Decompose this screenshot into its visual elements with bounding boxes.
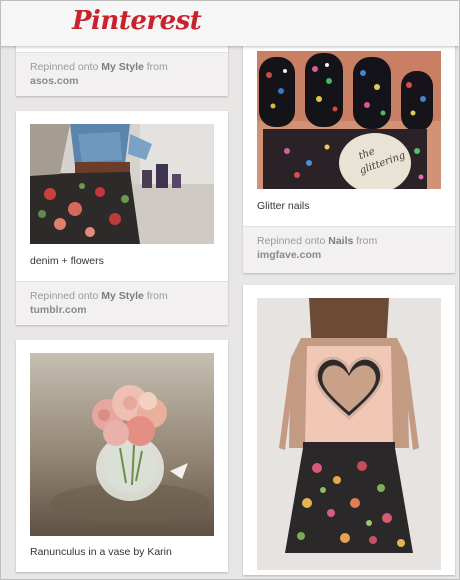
denim-flowers-photo: [30, 124, 214, 244]
board-link[interactable]: Nails: [328, 235, 353, 247]
pin-description: denim + flowers: [30, 255, 104, 267]
pin-image[interactable]: [257, 298, 441, 570]
ranunculus-vase-photo: [30, 353, 214, 536]
pin-repin-info: Repinned onto My Style from asos.com: [16, 52, 228, 96]
pin-repin-info: Repinned onto My Style from tumblr.com: [16, 281, 228, 325]
pin-description: Ranunculus in a vase by Karin: [30, 546, 172, 558]
pin-card[interactable]: denim + flowers Repinned onto My Style f…: [16, 111, 228, 325]
repin-prefix: Repinned onto: [30, 290, 99, 302]
source-link[interactable]: tumblr.com: [30, 304, 87, 316]
from-label: from: [146, 290, 168, 302]
board-link[interactable]: My Style: [101, 61, 144, 73]
pin-image[interactable]: the glittering: [257, 51, 441, 189]
source-link[interactable]: imgfave.com: [257, 249, 321, 261]
pin-card[interactable]: the glittering Glitter nails Repinned on…: [243, 38, 455, 273]
repin-prefix: Repinned onto: [30, 61, 99, 73]
pin-card[interactable]: [243, 285, 455, 575]
source-link[interactable]: asos.com: [30, 75, 78, 87]
board-link[interactable]: My Style: [101, 290, 144, 302]
pinterest-logo[interactable]: Pinterest: [72, 6, 202, 36]
from-label: from: [146, 61, 168, 73]
pin-image[interactable]: [30, 124, 214, 244]
pin-image[interactable]: [30, 353, 214, 536]
pin-description: Glitter nails: [257, 200, 310, 212]
heart-cutout-dress-photo: [257, 298, 441, 570]
from-label: from: [356, 235, 378, 247]
repin-prefix: Repinned onto: [257, 235, 326, 247]
glitter-nails-photo: the glittering: [257, 51, 441, 189]
pin-repin-info: Repinned onto Nails from imgfave.com: [243, 226, 455, 273]
pin-card[interactable]: Ranunculus in a vase by Karin: [16, 340, 228, 572]
top-bar: Pinterest: [0, 0, 460, 46]
